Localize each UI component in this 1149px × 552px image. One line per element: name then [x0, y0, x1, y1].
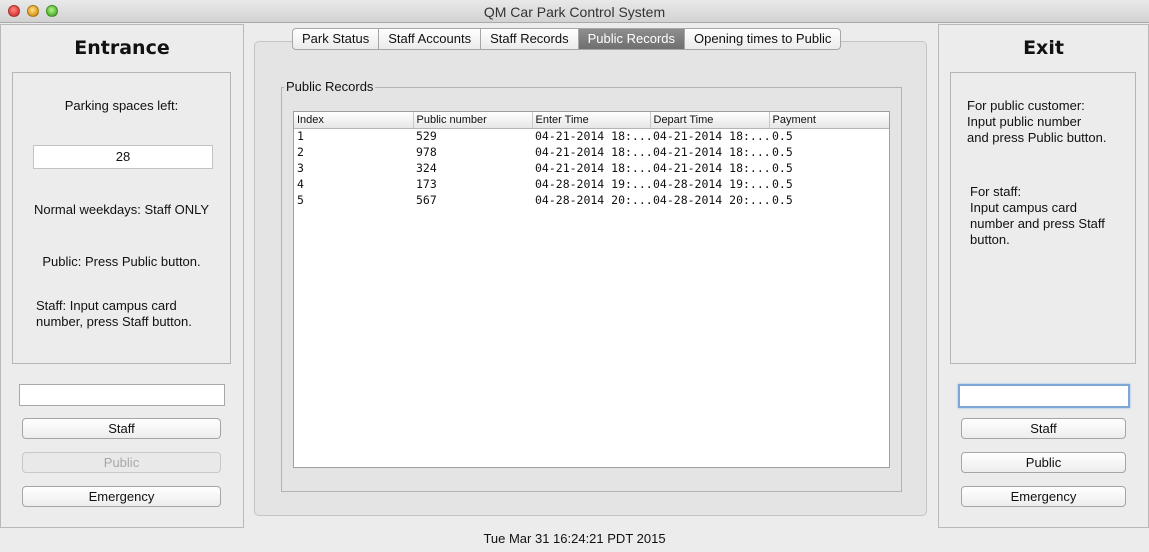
column-header[interactable]: Depart Time: [650, 112, 770, 129]
entrance-public-button[interactable]: Public: [22, 452, 221, 473]
entrance-staff-button[interactable]: Staff: [22, 418, 221, 439]
window-title-bar: QM Car Park Control System: [0, 0, 1149, 23]
table-cell: 04-28-2014 20:...: [653, 193, 769, 207]
table-row[interactable]: 4 173 04-28-2014 19:... 04-28-2014 19:... 0.…: [294, 176, 889, 192]
table-cell: 5: [297, 193, 304, 207]
table-row[interactable]: 2 978 04-21-2014 18:... 04-21-2014 18:... 0.…: [294, 144, 889, 160]
table-header-row: Index Public number Enter Time Depart Time P…: [294, 112, 889, 129]
table-cell: 978: [416, 145, 437, 159]
exit-emergency-button[interactable]: Emergency: [961, 486, 1126, 507]
table-cell: 567: [416, 193, 437, 207]
exit-public-line-1: For public customer:: [967, 98, 1085, 113]
staff-note-line-2: number, press Staff button.: [36, 314, 192, 329]
exit-number-input[interactable]: [958, 384, 1130, 408]
table-cell: 324: [416, 161, 437, 175]
table-cell: 04-28-2014 19:...: [535, 177, 650, 191]
exit-staff-line-1: For staff:: [970, 184, 1022, 199]
public-note: Public: Press Public button.: [42, 254, 201, 269]
column-header[interactable]: Index: [294, 112, 414, 129]
tab-content: Public Records Index Public number Enter T…: [254, 41, 927, 516]
exit-staff-line-3: number and press Staff: [970, 216, 1105, 231]
exit-panel: Exit For public customer: Input public n…: [938, 24, 1149, 528]
public-records-group-title: Public Records: [284, 79, 376, 94]
staff-note-line-1: Staff: Input campus card: [36, 298, 177, 313]
table-cell: 173: [416, 177, 437, 191]
tab-opening-times-to-public[interactable]: Opening times to Public: [685, 28, 842, 50]
tab-park-status[interactable]: Park Status: [292, 28, 380, 50]
exit-public-button[interactable]: Public: [961, 452, 1126, 473]
exit-staff-line-4: button.: [970, 232, 1010, 247]
table-cell: 4: [297, 177, 304, 191]
table-row[interactable]: 1 529 04-21-2014 18:... 04-21-2014 18:... 0.…: [294, 128, 889, 144]
table-cell: 0.5: [772, 193, 793, 207]
table-cell: 0.5: [772, 129, 793, 144]
exit-staff-line-2: Input campus card: [970, 200, 1077, 215]
parking-spaces-field: 28: [33, 145, 213, 169]
entrance-card-input[interactable]: [19, 384, 225, 406]
table-cell: 04-21-2014 18:...: [653, 161, 769, 175]
table-cell: 04-21-2014 18:...: [653, 145, 769, 159]
table-cell: 04-21-2014 18:...: [653, 129, 769, 144]
table-cell: 2: [297, 145, 304, 159]
tab-staff-records[interactable]: Staff Records: [481, 28, 579, 50]
window-title: QM Car Park Control System: [483, 4, 666, 20]
table-cell: 04-28-2014 19:...: [653, 177, 769, 191]
table-cell: 0.5: [772, 161, 793, 175]
column-header[interactable]: Payment: [769, 112, 889, 129]
column-header[interactable]: Public number: [413, 112, 533, 129]
table-cell: 3: [297, 161, 304, 175]
status-bar: Tue Mar 31 16:24:21 PDT 2015: [0, 528, 1149, 552]
table-cell: 1: [297, 129, 304, 144]
table-cell: 0.5: [772, 145, 793, 159]
public-records-table[interactable]: Index Public number Enter Time Depart Time P…: [293, 111, 890, 468]
exit-public-line-3: and press Public button.: [967, 130, 1107, 145]
entrance-info-box: Parking spaces left: 28 Normal weekdays:…: [12, 72, 231, 364]
table-cell: 04-21-2014 18:...: [535, 129, 650, 144]
table-cell: 04-21-2014 18:...: [535, 161, 650, 175]
exit-public-line-2: Input public number: [967, 114, 1082, 129]
table-cell: 529: [416, 129, 437, 144]
table-row[interactable]: 5 567 04-28-2014 20:... 04-28-2014 20:... 0.…: [294, 192, 889, 208]
tab-staff-accounts[interactable]: Staff Accounts: [379, 28, 482, 50]
weekday-note: Normal weekdays: Staff ONLY: [33, 202, 210, 217]
column-header[interactable]: Enter Time: [532, 112, 651, 129]
table-row[interactable]: 3 324 04-21-2014 18:... 04-21-2014 18:... 0.…: [294, 160, 889, 176]
exit-info-box: For public customer: Input public number…: [950, 72, 1136, 364]
entrance-title: Entrance: [74, 37, 170, 59]
status-datetime: Tue Mar 31 16:24:21 PDT 2015: [483, 531, 666, 546]
table-cell: 04-28-2014 20:...: [535, 193, 650, 207]
table-cell: 0.5: [772, 177, 793, 191]
center-panel: Park Status Staff Accounts Staff Records Pu…: [245, 24, 937, 528]
table-cell: 04-21-2014 18:...: [535, 145, 650, 159]
table-body: 1 529 04-21-2014 18:... 04-21-2014 18:... 0.…: [294, 128, 889, 208]
entrance-emergency-button[interactable]: Emergency: [22, 486, 221, 507]
exit-staff-button[interactable]: Staff: [961, 418, 1126, 439]
tab-public-records[interactable]: Public Records: [578, 28, 686, 50]
tab-bar: Park Status Staff Accounts Staff Records Pu…: [292, 28, 842, 50]
exit-title: Exit: [1023, 37, 1064, 59]
entrance-panel: Entrance Parking spaces left: 28 Normal …: [0, 24, 244, 528]
parking-spaces-label: Parking spaces left:: [64, 98, 179, 113]
